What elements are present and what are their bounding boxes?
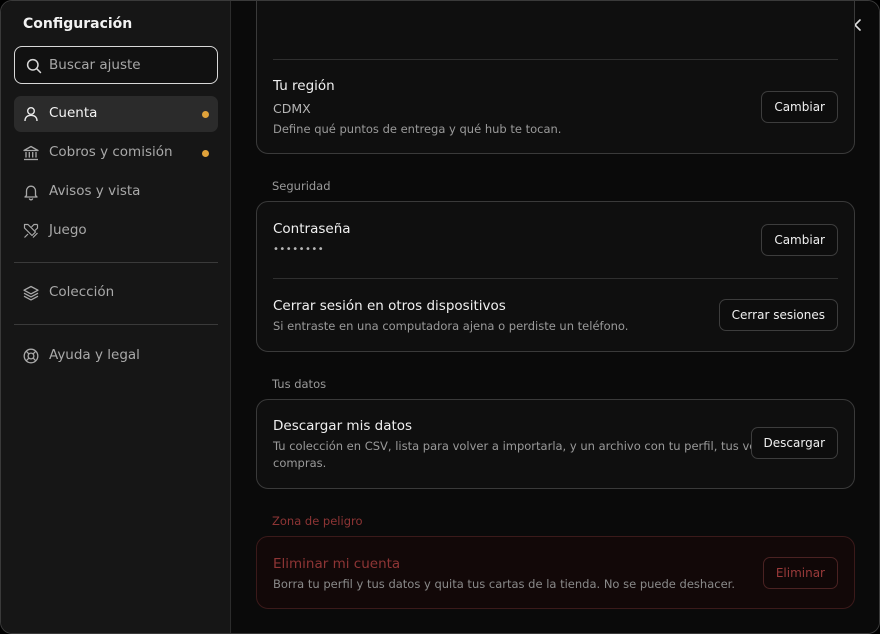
sidebar-item-cuenta[interactable]: Cuenta xyxy=(14,96,218,132)
section-label-danger: Zona de peligro xyxy=(272,514,363,528)
sessions-description: Si entraste en una computadora ajena o p… xyxy=(273,319,629,333)
data-card: Descargar mis datos Tu colección en CSV,… xyxy=(256,399,855,489)
region-value: CDMX xyxy=(273,101,311,116)
sessions-title: Cerrar sesión en otros dispositivos xyxy=(273,298,506,314)
region-title: Tu región xyxy=(273,78,335,94)
search-icon xyxy=(26,58,42,74)
bank-icon xyxy=(23,145,39,161)
notification-dot xyxy=(202,150,209,157)
sidebar-title: Configuración xyxy=(23,16,133,32)
download-button[interactable]: Descargar xyxy=(750,427,838,459)
close-sessions-button[interactable]: Cerrar sesiones xyxy=(718,299,838,331)
search-placeholder: Buscar ajuste xyxy=(49,57,141,73)
region-description: Define qué puntos de entrega y qué hub t… xyxy=(273,122,562,136)
account-card: Tu región CDMX Define qué puntos de entr… xyxy=(256,1,855,154)
section-label-security: Seguridad xyxy=(272,179,331,193)
download-description-line1: Tu colección en CSV, lista para volver a… xyxy=(273,439,814,453)
sidebar-item-label: Avisos y vista xyxy=(49,183,141,199)
row-divider xyxy=(273,278,838,279)
sidebar-divider xyxy=(14,324,218,325)
settings-window: Configuración Buscar ajuste Cuenta Cobro… xyxy=(0,0,880,634)
change-password-button[interactable]: Cambiar xyxy=(761,224,838,256)
lifebuoy-icon xyxy=(23,348,39,364)
danger-card: Eliminar mi cuenta Borra tu perfil y tus… xyxy=(256,536,855,609)
sidebar-item-label: Ayuda y legal xyxy=(49,347,140,363)
swords-icon xyxy=(23,223,39,238)
sidebar: Configuración Buscar ajuste Cuenta Cobro… xyxy=(1,1,231,633)
main-panel[interactable]: Tu región CDMX Define qué puntos de entr… xyxy=(232,1,879,633)
delete-account-description: Borra tu perfil y tus datos y quita tus … xyxy=(273,577,735,591)
sidebar-item-cobros[interactable]: Cobros y comisión xyxy=(14,135,218,171)
sidebar-item-avisos[interactable]: Avisos y vista xyxy=(14,174,218,210)
sidebar-item-label: Colección xyxy=(49,284,115,300)
row-divider xyxy=(273,59,838,60)
sidebar-item-juego[interactable]: Juego xyxy=(14,213,218,249)
delete-account-title: Eliminar mi cuenta xyxy=(273,556,401,572)
download-title: Descargar mis datos xyxy=(273,418,413,434)
sidebar-item-label: Cobros y comisión xyxy=(49,144,173,160)
section-label-data: Tus datos xyxy=(272,377,327,391)
sidebar-item-ayuda[interactable]: Ayuda y legal xyxy=(14,338,218,374)
bell-icon xyxy=(24,185,38,201)
password-value: •••••••• xyxy=(273,244,325,255)
layers-icon xyxy=(23,285,39,301)
sidebar-item-coleccion[interactable]: Colección xyxy=(14,275,218,311)
security-card: Contraseña •••••••• Cambiar Cerrar sesió… xyxy=(256,201,855,352)
sidebar-item-label: Cuenta xyxy=(49,105,98,121)
delete-account-button[interactable]: Eliminar xyxy=(762,557,838,589)
user-icon xyxy=(24,107,38,122)
notification-dot xyxy=(202,111,209,118)
download-description-line2: compras. xyxy=(273,456,327,470)
search-input[interactable]: Buscar ajuste xyxy=(14,46,218,84)
password-title: Contraseña xyxy=(273,221,351,237)
sidebar-item-label: Juego xyxy=(49,222,87,238)
sidebar-divider xyxy=(14,262,218,263)
change-region-button[interactable]: Cambiar xyxy=(761,91,838,123)
